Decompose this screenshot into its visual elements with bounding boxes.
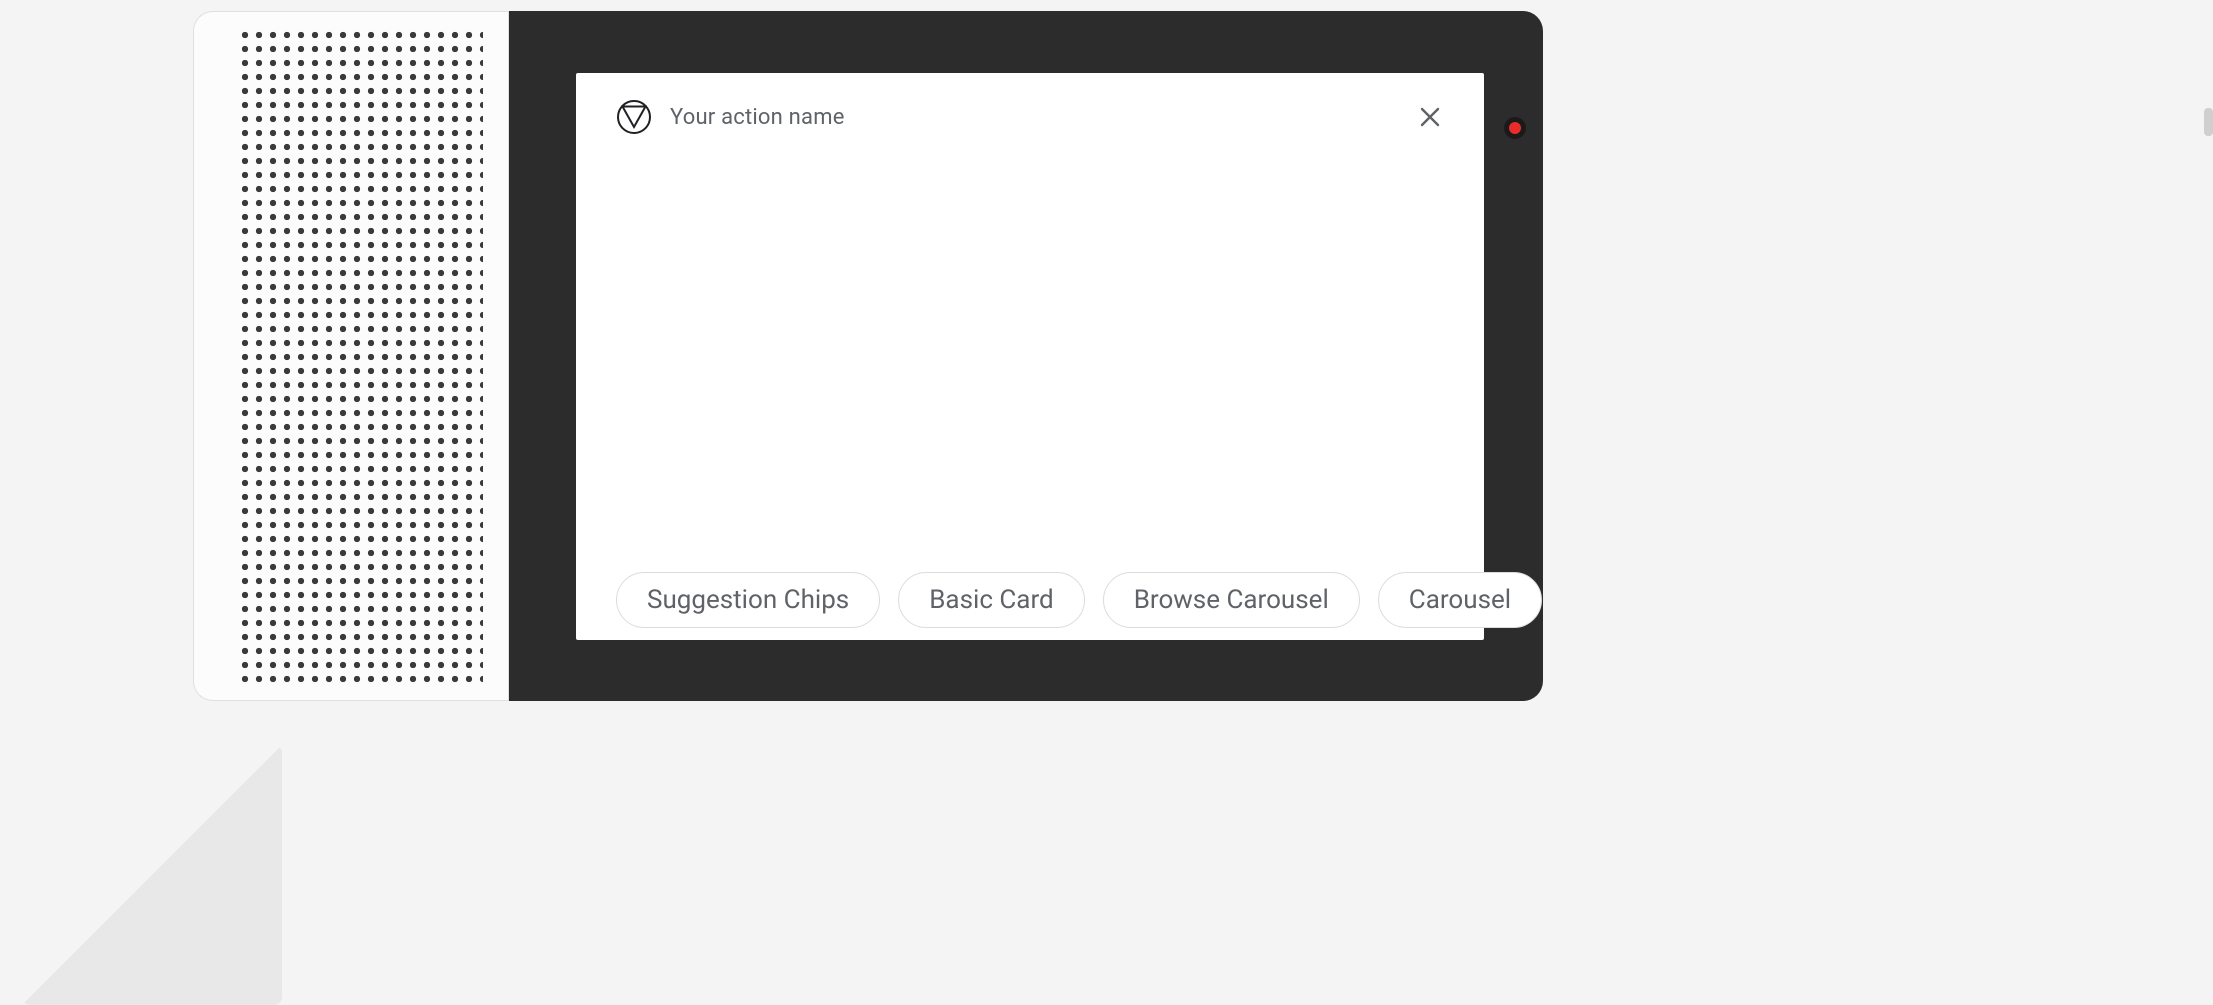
material-logo-icon [616,99,652,135]
close-icon [1418,105,1442,129]
content-card: Your action name Suggestion Chips Basic … [576,73,1484,640]
scrollbar-thumb[interactable] [2204,108,2213,136]
screen-bezel: Your action name Suggestion Chips Basic … [509,11,1543,701]
chip-suggestion-chips[interactable]: Suggestion Chips [616,572,880,628]
status-led-icon [1504,117,1526,139]
close-button[interactable] [1416,103,1444,131]
card-header: Your action name [616,97,1444,137]
speaker-grille [193,11,509,701]
chip-browse-carousel[interactable]: Browse Carousel [1103,572,1360,628]
suggestion-chips-row: Suggestion Chips Basic Card Browse Carou… [616,572,1444,628]
chip-basic-card[interactable]: Basic Card [898,572,1084,628]
smart-display-device: Your action name Suggestion Chips Basic … [193,11,1543,701]
action-name-label: Your action name [670,105,845,130]
background-shadow [22,745,282,1005]
speaker-dots-pattern [238,28,483,684]
chip-carousel[interactable]: Carousel [1378,572,1542,628]
